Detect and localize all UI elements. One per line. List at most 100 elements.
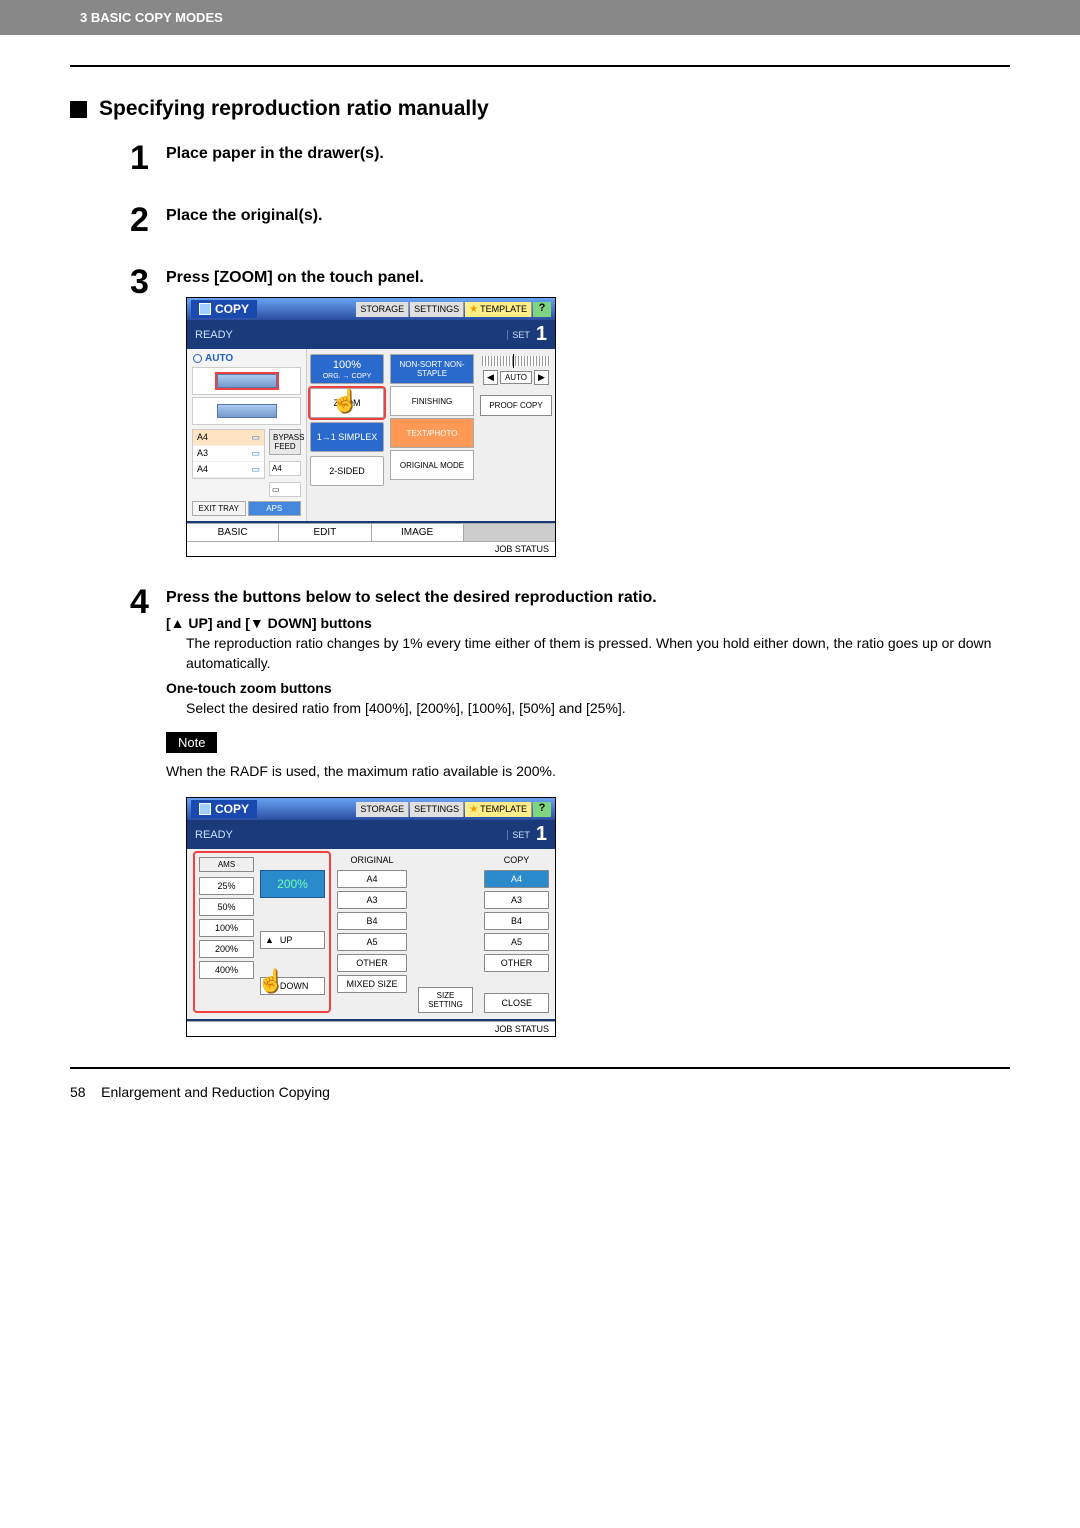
size-row-a4[interactable]: A4: [193, 430, 264, 446]
square-bullet-icon: [70, 101, 87, 118]
up-label: UP: [280, 935, 293, 945]
density-right-button[interactable]: ▶: [534, 370, 549, 385]
size-setting-button[interactable]: SIZE SETTING: [418, 987, 473, 1013]
help-tab[interactable]: ?: [533, 302, 551, 317]
orig-a5-button[interactable]: A5: [337, 933, 407, 951]
panel2-topbar: COPY STORAGE SETTINGS ★ TEMPLATE ?: [187, 798, 555, 820]
bypass-feed-button[interactable]: BYPASS FEED: [269, 429, 301, 455]
size-list: A4 A3 A4: [192, 429, 265, 479]
mixed-size-button[interactable]: MIXED SIZE: [337, 975, 407, 993]
star-icon-2: ★: [469, 804, 478, 815]
tray-icon: [249, 464, 260, 475]
exit-tray-button[interactable]: EXIT TRAY: [192, 501, 246, 516]
ratio-display-button[interactable]: 100% ORG. → COPY: [310, 354, 384, 384]
copy-icon: [199, 303, 211, 315]
density-auto-label[interactable]: AUTO: [500, 371, 532, 384]
orig-b4-button[interactable]: B4: [337, 912, 407, 930]
copy-other-button[interactable]: OTHER: [484, 954, 549, 972]
ratio-25-button[interactable]: 25%: [199, 877, 254, 895]
step-3-title: Press [ZOOM] on the touch panel.: [166, 269, 556, 287]
triangle-up-icon: [265, 935, 274, 945]
copy-b4-button[interactable]: B4: [484, 912, 549, 930]
edit-tab[interactable]: EDIT: [279, 524, 371, 541]
template-tab[interactable]: ★ TEMPLATE: [465, 302, 532, 317]
step-4-number: 4: [130, 585, 166, 619]
up-button[interactable]: UP: [260, 931, 325, 949]
step-4: 4 Press the buttons below to select the …: [130, 585, 1010, 1037]
ratio-100-button[interactable]: 100%: [199, 919, 254, 937]
ratio-200-button[interactable]: 200%: [199, 940, 254, 958]
step-2-title: Place the original(s).: [166, 207, 322, 225]
ams-button[interactable]: AMS: [199, 857, 254, 872]
set-label: SET: [507, 330, 530, 340]
copy-tab-2[interactable]: COPY: [191, 800, 257, 818]
copy-a3-button[interactable]: A3: [484, 891, 549, 909]
copy-tab[interactable]: COPY: [191, 300, 257, 318]
touch-panel-1: COPY STORAGE SETTINGS ★ TEMPLATE ? READY: [186, 297, 556, 557]
close-button[interactable]: CLOSE: [484, 993, 549, 1013]
size-row-a3[interactable]: A3: [193, 446, 264, 462]
panel1-topbar: COPY STORAGE SETTINGS ★ TEMPLATE ?: [187, 298, 555, 320]
orig-other-button[interactable]: OTHER: [337, 954, 407, 972]
ratio-400-button[interactable]: 400%: [199, 961, 254, 979]
copy-a4-button[interactable]: A4: [484, 870, 549, 888]
tab-filler: [464, 524, 555, 541]
density-left-button[interactable]: ◀: [483, 370, 498, 385]
copy-a5-button[interactable]: A5: [484, 933, 549, 951]
chapter-header: 3 BASIC COPY MODES: [0, 0, 1080, 35]
step-3-number: 3: [130, 265, 166, 299]
mid-column: 100% ORG. → COPY ZOOM ☝ 1→1 SIMPLEX 2-SI…: [307, 349, 387, 521]
simplex-button[interactable]: 1→1 SIMPLEX: [310, 422, 384, 452]
finishing-button[interactable]: FINISHING: [390, 386, 474, 416]
page-footer: 58 Enlargement and Reduction Copying: [70, 1084, 1010, 1100]
tray-side-icon[interactable]: ▭: [269, 482, 301, 497]
ratio-50-button[interactable]: 50%: [199, 898, 254, 916]
size-a4-side[interactable]: A4: [269, 461, 301, 476]
star-icon: ★: [469, 304, 478, 315]
updown-subtext: The reproduction ratio changes by 1% eve…: [186, 633, 1010, 674]
template-tab-2[interactable]: ★ TEMPLATE: [465, 802, 532, 817]
proof-copy-button[interactable]: PROOF COPY: [480, 395, 552, 416]
pct-label: 100%: [333, 359, 361, 371]
step-1-number: 1: [130, 141, 166, 175]
orig-a3-button[interactable]: A3: [337, 891, 407, 909]
orig-a4-button[interactable]: A4: [337, 870, 407, 888]
copy-tab-label-2: COPY: [215, 802, 249, 816]
step-1-title: Place paper in the drawer(s).: [166, 145, 384, 163]
magnifier-icon: [193, 354, 202, 363]
help-tab-2[interactable]: ?: [533, 802, 551, 817]
basic-tab[interactable]: BASIC: [187, 524, 279, 541]
panel2-body: AMS 25% 50% 100% 200% 400% 200% UP DOWN …: [187, 849, 555, 1021]
original-mode-button[interactable]: ORIGINAL MODE: [390, 450, 474, 480]
settings-tab[interactable]: SETTINGS: [410, 302, 464, 317]
panel1-body: AUTO A4 A3 A4: [187, 349, 555, 523]
aps-button[interactable]: APS: [248, 501, 302, 516]
copy-count: 1: [536, 323, 547, 346]
textphoto-button[interactable]: TEXT/PHOTO: [390, 418, 474, 448]
storage-tab[interactable]: STORAGE: [356, 302, 409, 317]
status-bar-2: READY SET 1: [187, 820, 555, 849]
tray-icon: [249, 432, 260, 443]
jobstatus-bar[interactable]: JOB STATUS: [187, 541, 555, 556]
storage-tab-2[interactable]: STORAGE: [356, 802, 409, 817]
filler-column: SIZE SETTING: [413, 855, 478, 1013]
status-bar: READY SET 1: [187, 320, 555, 349]
copy-size-column: COPY A4 A3 B4 A5 OTHER CLOSE: [484, 855, 549, 1013]
two-sided-button[interactable]: 2-SIDED: [310, 456, 384, 486]
size-row-a4-2[interactable]: A4: [193, 462, 264, 478]
settings-tab-2[interactable]: SETTINGS: [410, 802, 464, 817]
current-ratio-display: 200%: [260, 870, 325, 898]
density-bar: [482, 356, 550, 366]
zoom-button[interactable]: ZOOM ☝: [310, 388, 384, 418]
updown-column: 200% UP DOWN ☝: [260, 857, 325, 1007]
nonsort-button[interactable]: NON-SORT NON-STAPLE: [390, 354, 474, 384]
zoom-group-outline: AMS 25% 50% 100% 200% 400% 200% UP DOWN …: [193, 851, 331, 1013]
ratio-column: AMS 25% 50% 100% 200% 400%: [199, 857, 254, 1007]
copy-count-2: 1: [536, 823, 547, 846]
step-2: 2 Place the original(s).: [130, 203, 1010, 237]
set-label-2: SET: [507, 830, 530, 840]
copy-tab-label: COPY: [215, 302, 249, 316]
jobstatus-bar-2[interactable]: JOB STATUS: [187, 1021, 555, 1036]
image-tab[interactable]: IMAGE: [372, 524, 464, 541]
step-2-number: 2: [130, 203, 166, 237]
